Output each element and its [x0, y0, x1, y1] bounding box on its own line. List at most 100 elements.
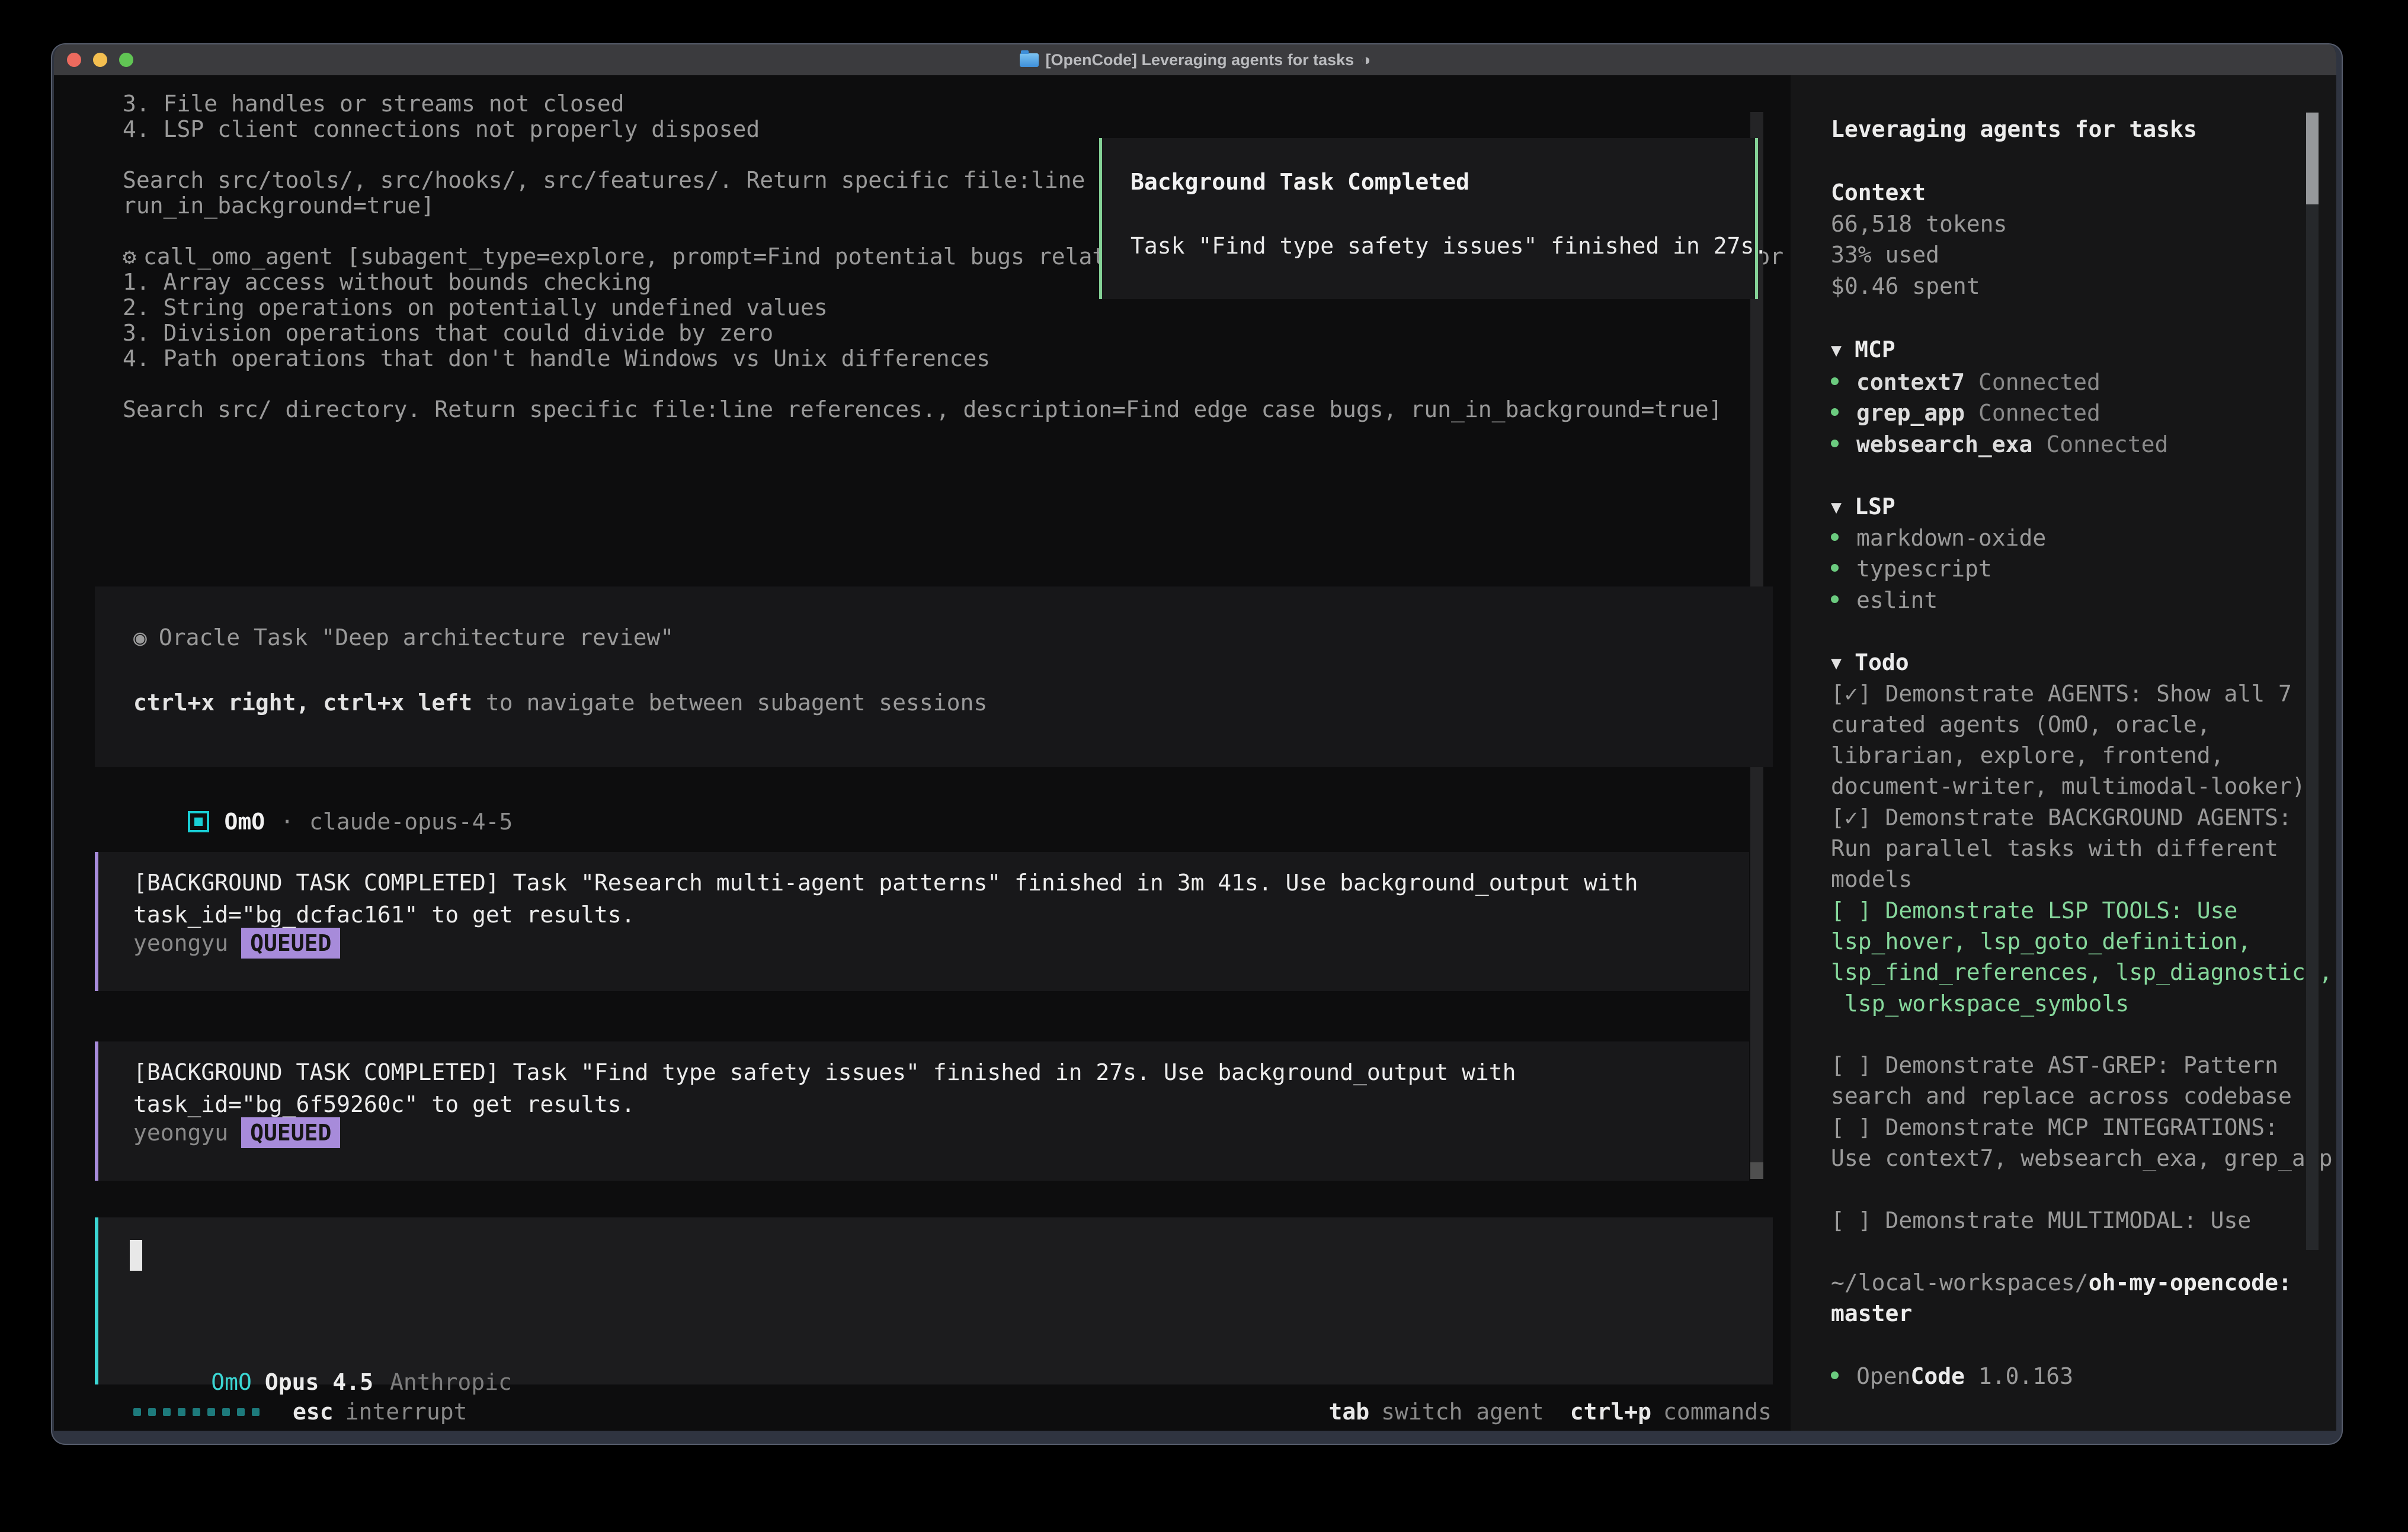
todo-line: [✓] Demonstrate AGENTS: Show all 7 [1831, 678, 2292, 709]
task-message-line: [BACKGROUND TASK COMPLETED] Task "Find t… [133, 1059, 1516, 1085]
version-number [1965, 1363, 1978, 1389]
window-title: [OpenCode] Leveraging agents for tasks [1046, 51, 1354, 69]
status-dot-icon [1831, 440, 1839, 447]
todo-heading: Todo [1855, 649, 1909, 675]
todo-line-current: [ ] Demonstrate LSP TOOLS: Use [1831, 895, 2237, 926]
mcp-item-status: Connected [1978, 369, 2100, 395]
version-number-value: 1.0.163 [1978, 1363, 2073, 1389]
oracle-hint-keys: ctrl+x right, ctrl+x left [133, 690, 472, 716]
tab-key-hint: tab [1329, 1399, 1370, 1425]
context-used: 33% used [1831, 239, 1939, 270]
todo-line: [ ] Demonstrate MCP INTEGRATIONS: [1831, 1112, 2278, 1143]
todo-line: models [1831, 864, 1912, 895]
lsp-item: eslint [1831, 585, 1938, 616]
main-scrollbar-thumb[interactable] [1750, 1162, 1763, 1179]
workspace-branch: master [1831, 1298, 1912, 1329]
lsp-item-name: eslint [1856, 587, 1938, 613]
background-task-card: [BACKGROUND TASK COMPLETED] Task "Find t… [95, 1041, 1749, 1181]
zoom-window-button[interactable] [119, 53, 133, 67]
mcp-heading: MCP [1855, 336, 1895, 363]
title-bar: [OpenCode] Leveraging agents for tasks ◑ [54, 44, 2336, 75]
todo-line: search and replace across codebase [1831, 1081, 2292, 1111]
lsp-section-header[interactable]: ▼ LSP [1831, 491, 1895, 523]
terminal-output-line: 3. File handles or streams not closed [123, 91, 624, 117]
mcp-item-name: context7 [1856, 369, 1965, 395]
agent-model: claude-opus-4-5 [309, 809, 513, 835]
lsp-item-name: typescript [1856, 556, 1992, 582]
chevron-down-icon: ▼ [1831, 492, 1842, 523]
todo-line: Use context7, websearch_exa, grep_app [1831, 1143, 2332, 1174]
esc-action-label: interrupt [345, 1399, 467, 1425]
terminal-output-line: 3. Division operations that could divide… [123, 320, 773, 346]
terminal-output-line: Search src/ directory. Return specific f… [123, 397, 1722, 422]
status-dot-icon [1831, 377, 1839, 385]
oracle-icon: ◉ [133, 624, 147, 650]
terminal-output-line: 4. LSP client connections not properly d… [123, 117, 760, 142]
oracle-task-title-row: ◉ Oracle Task "Deep architecture review" [133, 624, 674, 650]
chevron-down-icon: ▼ [1831, 335, 1842, 366]
todo-line: curated agents (OmO, oracle, [1831, 709, 2211, 740]
terminal-output-line: 4. Path operations that don't handle Win… [123, 346, 990, 371]
close-window-button[interactable] [67, 53, 81, 67]
oracle-hint-row: ctrl+x right, ctrl+x left to navigate be… [133, 690, 987, 716]
prompt-input[interactable]: OmOOpus 4.5Anthropic [95, 1217, 1773, 1384]
spinner-dots-icon [133, 1408, 260, 1416]
task-user: yeongyu [133, 930, 228, 956]
window-title-group: [OpenCode] Leveraging agents for tasks ◑ [1020, 51, 1371, 69]
agent-name: OmO [225, 809, 265, 835]
product-name-prefix: Open [1856, 1363, 1911, 1389]
mcp-item-name: websearch_exa [1856, 431, 2032, 457]
status-dot-icon [1831, 408, 1839, 416]
status-bar: esc interrupt tab switch agent ctrl+p co… [54, 1399, 1772, 1425]
esc-key-hint: esc [293, 1399, 334, 1425]
text-cursor [130, 1240, 142, 1271]
ctrlp-action-label: commands [1663, 1399, 1772, 1425]
oracle-task-title: Oracle Task "Deep architecture review" [159, 624, 674, 650]
status-dot-icon [1831, 1371, 1839, 1379]
lsp-heading: LSP [1855, 493, 1895, 520]
mcp-section-header[interactable]: ▼ MCP [1831, 334, 1895, 366]
task-message-line: task_id="bg_6f59260c" to get results. [133, 1091, 635, 1117]
mcp-item-status: Connected [1978, 400, 2100, 426]
status-dot-icon [1831, 564, 1839, 572]
mcp-item: context7 Connected [1831, 367, 2100, 398]
todo-line: [✓] Demonstrate BACKGROUND AGENTS: [1831, 802, 2292, 833]
agent-header: OmO · claude-opus-4-5 [133, 783, 513, 861]
session-progress-icon: ◑ [1361, 51, 1370, 69]
task-user: yeongyu [133, 1120, 228, 1146]
mcp-item: websearch_exa Connected [1831, 429, 2168, 460]
todo-section-header[interactable]: ▼ Todo [1831, 647, 1909, 679]
task-message-line: task_id="bg_dcfac161" to get results. [133, 902, 635, 928]
context-spent: $0.46 spent [1831, 271, 1980, 302]
traffic-lights [67, 53, 133, 67]
terminal-output-line: 2. String operations on potentially unde… [123, 295, 828, 320]
status-badge: QUEUED [241, 1117, 340, 1148]
mcp-item: grep_appConnected [1831, 398, 2100, 428]
sidebar-scrollbar-thumb[interactable] [2306, 113, 2319, 204]
todo-line-current: lsp_workspace_symbols [1831, 988, 2129, 1019]
task-meta-row: yeongyu QUEUED [133, 1117, 340, 1148]
lsp-item-name: markdown-oxide [1856, 525, 2046, 551]
input-model-label: Opus 4.5 [265, 1369, 373, 1395]
terminal-output-line: Search src/tools/, src/hooks/, src/featu… [123, 168, 1085, 193]
mcp-item-status: Connected [2046, 431, 2168, 457]
toast-title: Background Task Completed [1131, 169, 1469, 195]
lsp-item: typescript [1831, 553, 1992, 584]
sidebar-scrollbar[interactable] [2306, 113, 2319, 1250]
agent-separator: · [280, 809, 294, 835]
todo-line: [ ] Demonstrate AST-GREP: Pattern [1831, 1050, 2278, 1081]
terminal-window: [OpenCode] Leveraging agents for tasks ◑… [52, 44, 2342, 1444]
workspace-path: ~/local-workspaces/oh-my-opencode: [1831, 1267, 2292, 1298]
status-dot-icon [1831, 595, 1839, 603]
toast-notification[interactable]: Background Task Completed Task "Find typ… [1099, 138, 1758, 299]
session-title: Leveraging agents for tasks [1831, 114, 2197, 145]
gear-icon: ⚙ [123, 244, 136, 270]
minimize-window-button[interactable] [93, 53, 107, 67]
chevron-down-icon: ▼ [1831, 648, 1842, 679]
folder-icon [1020, 53, 1039, 67]
ctrlp-key-hint: ctrl+p [1570, 1399, 1651, 1425]
workspace-repo: oh-my-opencode: [2089, 1270, 2292, 1296]
workspace-path-prefix: ~/local-workspaces/ [1831, 1270, 2089, 1296]
task-meta-row: yeongyu QUEUED [133, 928, 340, 959]
input-agent-label: OmO [211, 1369, 252, 1395]
